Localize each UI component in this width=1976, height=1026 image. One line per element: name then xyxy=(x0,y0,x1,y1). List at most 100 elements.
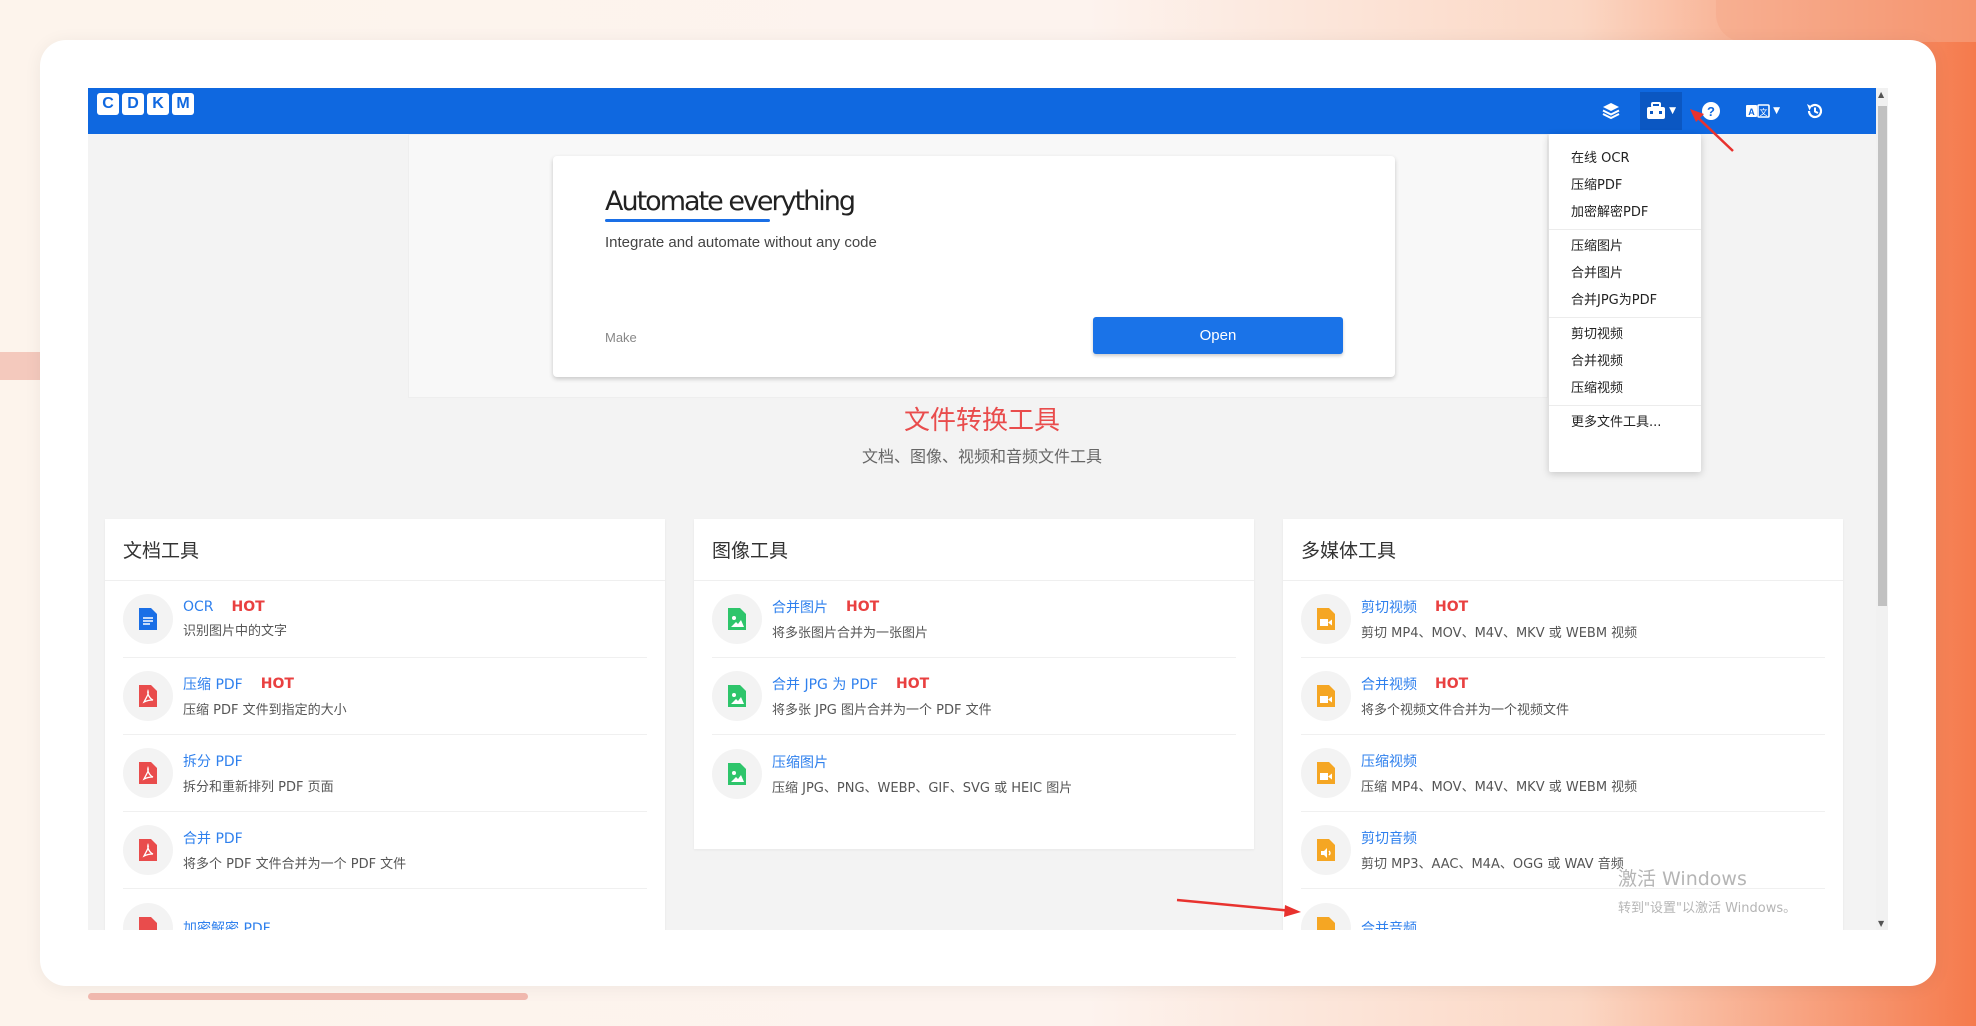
tool-name[interactable]: 压缩视频 xyxy=(1361,751,1417,771)
card-title: 多媒体工具 xyxy=(1283,519,1843,581)
pdf-icon xyxy=(123,748,173,798)
tool-description: 识别图片中的文字 xyxy=(183,624,288,639)
document-tools-card: 文档工具 OCR HOT 识别图片中的文字 压缩 PDF HOT 压缩 PDF … xyxy=(105,519,665,930)
document-icon xyxy=(123,594,173,644)
ad-open-button[interactable]: Open xyxy=(1093,317,1343,354)
video-icon xyxy=(1301,594,1351,644)
logo-letter: D xyxy=(122,93,144,115)
chevron-down-icon: ▼ xyxy=(1669,106,1677,116)
ad-brand: Make xyxy=(605,330,637,345)
tool-description: 压缩 JPG、PNG、WEBP、GIF、SVG 或 HEIC 图片 xyxy=(772,780,1073,796)
scroll-down-icon[interactable]: ▼ xyxy=(1878,919,1884,928)
video-icon xyxy=(1301,671,1351,721)
vertical-scrollbar[interactable]: ▲ ▼ xyxy=(1876,88,1888,930)
history-icon xyxy=(1807,103,1823,119)
tool-name[interactable]: 剪切视频 xyxy=(1361,597,1417,617)
menu-item-merge-video[interactable]: 合并视频 xyxy=(1549,348,1701,375)
menu-item-merge-images[interactable]: 合并图片 xyxy=(1549,260,1701,287)
image-tools-card: 图像工具 合并图片 HOT 将多张图片合并为一张图片 合并 JPG 为 PDF … xyxy=(694,519,1254,849)
logo-letter: K xyxy=(147,93,169,115)
windows-activation-watermark: 激活 Windows 转到"设置"以激活 Windows。 xyxy=(1618,864,1796,916)
toolbox-icon xyxy=(1647,102,1666,119)
pdf-icon xyxy=(123,902,173,930)
ad-card[interactable]: Automate everything Integrate and automa… xyxy=(553,156,1395,377)
tool-name[interactable]: 合并音频 xyxy=(1361,918,1417,931)
pdf-icon xyxy=(123,671,173,721)
background-decoration xyxy=(1716,0,1976,42)
video-icon xyxy=(1301,748,1351,798)
history-button[interactable] xyxy=(1794,92,1836,130)
svg-text:A: A xyxy=(1748,107,1755,117)
tool-jpg-to-pdf[interactable]: 合并 JPG 为 PDF HOT 将多张 JPG 图片合并为一个 PDF 文件 xyxy=(712,658,1236,735)
tool-description: 拆分和重新排列 PDF 页面 xyxy=(183,780,334,795)
image-icon xyxy=(712,594,762,644)
tools-dropdown-menu: 在线 OCR 压缩PDF 加密解密PDF 压缩图片 合并图片 合并JPG为PDF… xyxy=(1549,134,1701,472)
dropdown-group: 剪切视频 合并视频 压缩视频 xyxy=(1549,318,1701,406)
audio-icon xyxy=(1301,825,1351,875)
hot-badge: HOT xyxy=(260,676,294,692)
background-decoration xyxy=(88,993,528,1000)
menu-item-compress-video[interactable]: 压缩视频 xyxy=(1549,375,1701,402)
annotation-arrow-icon xyxy=(1690,109,1734,152)
tool-compress-video[interactable]: 压缩视频 压缩 MP4、MOV、M4V、MKV 或 WEBM 视频 xyxy=(1301,735,1825,812)
ad-subtitle: Integrate and automate without any code xyxy=(605,234,877,251)
dropdown-group: 更多文件工具... xyxy=(1549,406,1701,439)
hot-badge: HOT xyxy=(231,599,265,615)
tool-description: 剪切 MP3、AAC、M4A、OGG 或 WAV 音频 xyxy=(1361,857,1624,872)
pdf-icon xyxy=(123,825,173,875)
ad-title-underline xyxy=(605,219,770,222)
tool-description: 压缩 MP4、MOV、M4V、MKV 或 WEBM 视频 xyxy=(1361,780,1638,795)
top-navbar: C D K M ▼ ? A 文 ▼ xyxy=(88,88,1876,134)
tool-name[interactable]: 合并视频 xyxy=(1361,674,1417,694)
tool-compress-images[interactable]: 压缩图片 压缩 JPG、PNG、WEBP、GIF、SVG 或 HEIC 图片 xyxy=(712,735,1236,812)
tool-name[interactable]: 压缩 PDF xyxy=(183,674,243,694)
tool-name[interactable]: 合并图片 xyxy=(772,597,828,617)
tool-merge-pdf[interactable]: 合并 PDF 将多个 PDF 文件合并为一个 PDF 文件 xyxy=(123,812,647,889)
menu-item-more-tools[interactable]: 更多文件工具... xyxy=(1549,409,1701,436)
card-title: 图像工具 xyxy=(694,519,1254,581)
card-title: 文档工具 xyxy=(105,519,665,581)
tool-description: 将多个视频文件合并为一个视频文件 xyxy=(1361,703,1570,718)
tool-merge-video[interactable]: 合并视频 HOT 将多个视频文件合并为一个视频文件 xyxy=(1301,658,1825,735)
tool-description: 剪切 MP4、MOV、M4V、MKV 或 WEBM 视频 xyxy=(1361,626,1638,641)
chevron-down-icon: ▼ xyxy=(1773,106,1780,116)
tools-dropdown-button[interactable]: ▼ xyxy=(1640,92,1683,130)
tool-cut-video[interactable]: 剪切视频 HOT 剪切 MP4、MOV、M4V、MKV 或 WEBM 视频 xyxy=(1301,581,1825,658)
ad-title: Automate everything xyxy=(605,186,856,217)
menu-item-online-ocr[interactable]: 在线 OCR xyxy=(1549,145,1701,172)
tool-merge-images[interactable]: 合并图片 HOT 将多张图片合并为一张图片 xyxy=(712,581,1236,658)
layers-button[interactable] xyxy=(1590,92,1632,130)
watermark-title: 激活 Windows xyxy=(1618,868,1747,890)
layers-icon xyxy=(1602,103,1620,120)
dropdown-group: 压缩图片 合并图片 合并JPG为PDF xyxy=(1549,230,1701,318)
tool-split-pdf[interactable]: 拆分 PDF 拆分和重新排列 PDF 页面 xyxy=(123,735,647,812)
tool-name[interactable]: 剪切音频 xyxy=(1361,828,1417,848)
scrollbar-thumb[interactable] xyxy=(1878,106,1887,606)
menu-item-jpg-to-pdf[interactable]: 合并JPG为PDF xyxy=(1549,287,1701,314)
tool-name[interactable]: 合并 JPG 为 PDF xyxy=(772,674,878,694)
language-button[interactable]: A 文 ▼ xyxy=(1740,92,1786,130)
hot-badge: HOT xyxy=(1435,676,1469,692)
menu-item-compress-images[interactable]: 压缩图片 xyxy=(1549,233,1701,260)
hot-badge: HOT xyxy=(1435,599,1469,615)
dropdown-group: 在线 OCR 压缩PDF 加密解密PDF xyxy=(1549,142,1701,230)
tool-ocr[interactable]: OCR HOT 识别图片中的文字 xyxy=(123,581,647,658)
menu-item-compress-pdf[interactable]: 压缩PDF xyxy=(1549,172,1701,199)
tool-name[interactable]: 合并 PDF xyxy=(183,828,243,848)
hot-badge: HOT xyxy=(846,599,880,615)
image-icon xyxy=(712,671,762,721)
tool-name[interactable]: OCR xyxy=(183,599,214,615)
tool-encrypt-pdf[interactable]: 加密解密 PDF xyxy=(123,889,647,930)
tool-compress-pdf[interactable]: 压缩 PDF HOT 压缩 PDF 文件到指定的大小 xyxy=(123,658,647,735)
tool-name[interactable]: 压缩图片 xyxy=(772,752,828,772)
tool-name[interactable]: 拆分 PDF xyxy=(183,751,243,771)
logo-letter: M xyxy=(172,93,194,115)
background-decoration xyxy=(0,352,45,380)
scroll-up-icon[interactable]: ▲ xyxy=(1878,90,1884,99)
tool-description: 将多张图片合并为一张图片 xyxy=(772,626,929,641)
tool-name[interactable]: 加密解密 PDF xyxy=(183,918,271,931)
menu-item-cut-video[interactable]: 剪切视频 xyxy=(1549,321,1701,348)
logo-letter: C xyxy=(97,93,119,115)
menu-item-encrypt-pdf[interactable]: 加密解密PDF xyxy=(1549,199,1701,226)
site-logo[interactable]: C D K M xyxy=(97,93,194,115)
